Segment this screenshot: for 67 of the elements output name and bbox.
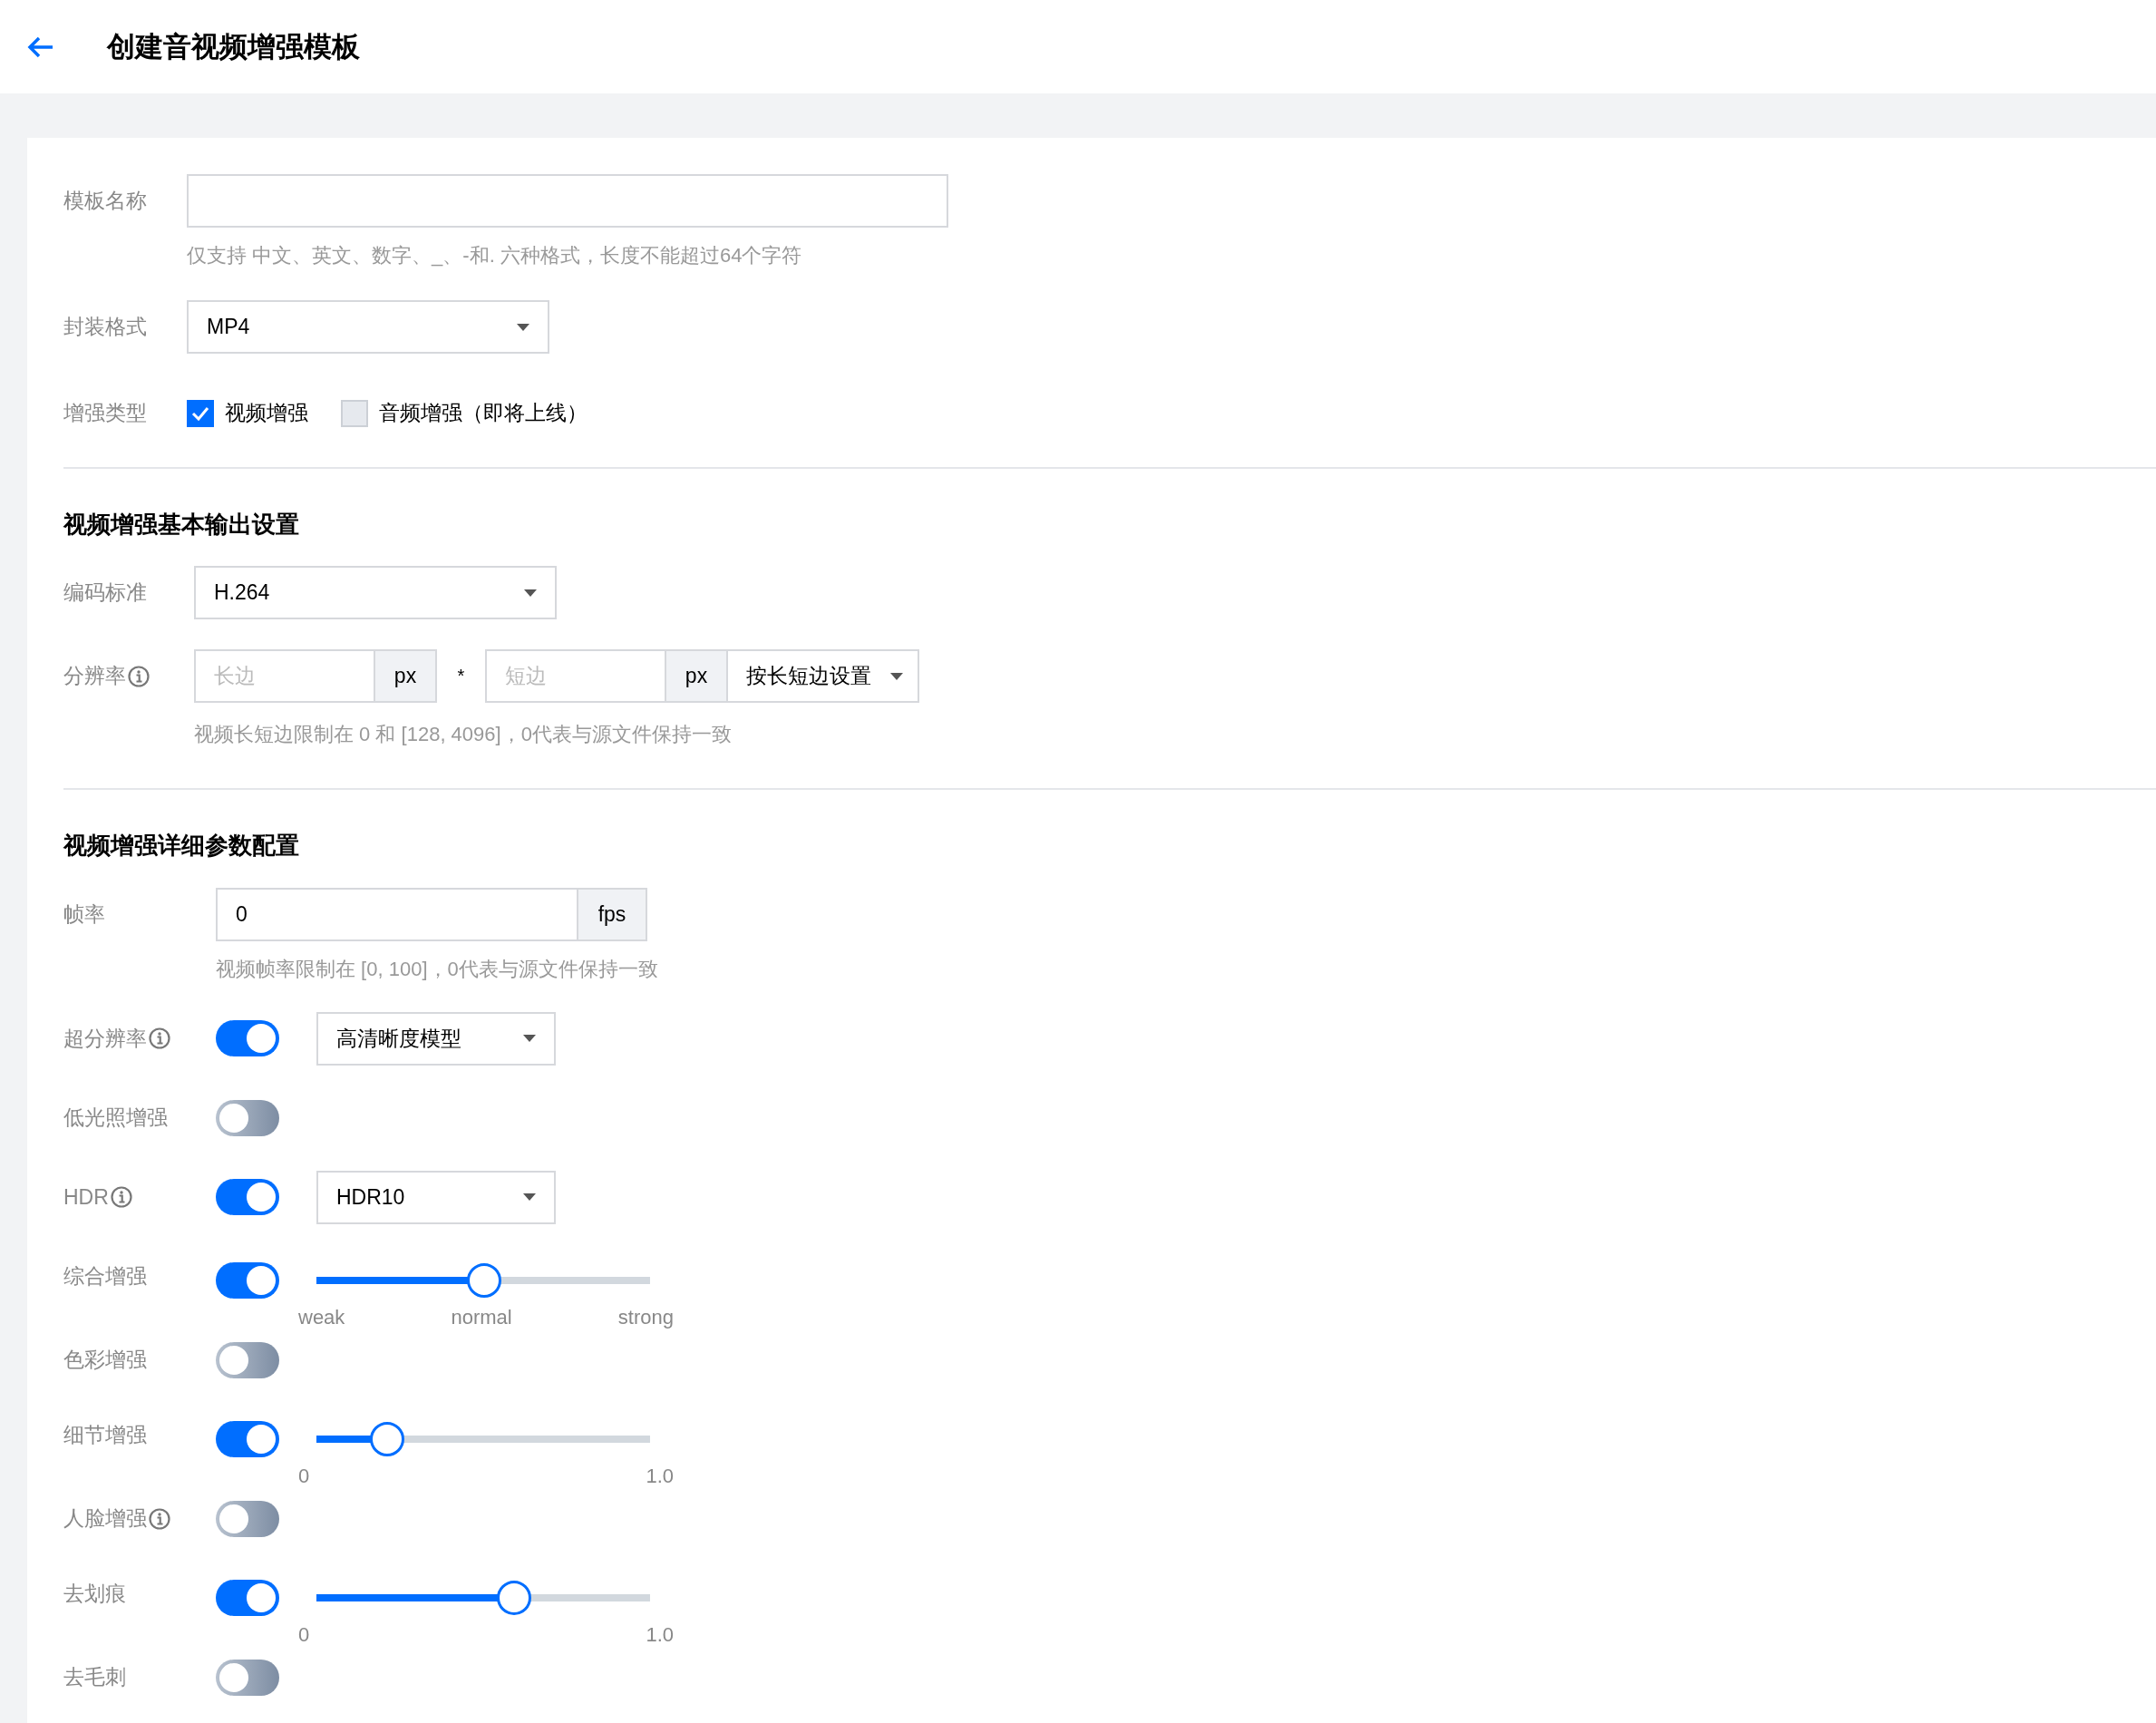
caret-icon <box>517 323 529 331</box>
option-label: 低光照增强 <box>63 1105 168 1131</box>
checkbox-label: 音频增强（即将上线） <box>379 400 588 426</box>
caret-icon <box>523 1035 536 1042</box>
field-label: 增强类型 <box>63 400 148 426</box>
option-label: 去毛刺 <box>63 1664 126 1690</box>
option-select[interactable]: 高清晰度模型 <box>316 1011 556 1066</box>
field-label: 封装格式 <box>63 314 148 340</box>
toggle-switch[interactable] <box>216 1020 279 1056</box>
field-label: 分辨率 <box>63 663 126 689</box>
toggle-switch[interactable] <box>216 1099 279 1136</box>
field-hint: 视频帧率限制在 [0, 100]，0代表与源文件保持一致 <box>216 957 659 982</box>
option-label: HDR <box>63 1184 109 1210</box>
unit-addon: px <box>666 649 728 703</box>
toggle-switch[interactable] <box>216 1421 279 1457</box>
toggle-switch[interactable] <box>216 1341 279 1378</box>
slider-thumb[interactable] <box>467 1263 501 1298</box>
section-title: 视频增强基本输出设置 <box>63 510 300 540</box>
check-icon <box>191 405 209 421</box>
info-icon[interactable] <box>110 1186 132 1208</box>
option-label: 超分辨率 <box>63 1025 147 1052</box>
slider-tick-label: strong <box>617 1306 674 1329</box>
slider-tick-label: 0 <box>298 1623 310 1647</box>
slider-tick-label: 0 <box>298 1465 310 1488</box>
option-label: 综合增强 <box>63 1263 147 1290</box>
format-select[interactable]: MP4 <box>187 300 549 354</box>
slider-thumb[interactable] <box>370 1422 405 1456</box>
template-name-input[interactable] <box>187 174 948 228</box>
toggle-switch[interactable] <box>216 1659 279 1696</box>
caret-icon <box>524 589 537 597</box>
field-label: 编码标准 <box>63 579 148 606</box>
slider-thumb[interactable] <box>497 1581 532 1615</box>
codec-select[interactable]: H.264 <box>194 566 557 619</box>
page-title: 创建音视频增强模板 <box>107 29 360 64</box>
section-title: 视频增强详细参数配置 <box>63 831 300 861</box>
caret-icon <box>890 672 903 680</box>
info-icon[interactable] <box>149 1027 170 1049</box>
caret-icon <box>523 1193 536 1201</box>
toggle-switch[interactable] <box>216 1179 279 1215</box>
long-side-input[interactable]: 长边 <box>194 649 375 703</box>
option-label: 色彩增强 <box>63 1347 147 1373</box>
field-hint: 视频长短边限制在 0 和 [128, 4096]，0代表与源文件保持一致 <box>194 722 733 747</box>
checkbox[interactable] <box>187 399 214 427</box>
short-side-input[interactable]: 短边 <box>485 649 666 703</box>
option-select[interactable]: HDR10 <box>316 1170 556 1224</box>
slider-tick-label: normal <box>451 1306 512 1329</box>
field-hint: 仅支持 中文、英文、数字、_、-和. 六种格式，长度不能超过64个字符 <box>187 243 803 268</box>
option-label: 去划痕 <box>63 1581 126 1607</box>
slider-tick-label: weak <box>298 1306 345 1329</box>
slider-tick-label: 1.0 <box>646 1465 674 1488</box>
info-icon[interactable] <box>128 665 150 687</box>
unit-addon: fps <box>578 888 647 941</box>
multiply-sign: * <box>456 666 466 686</box>
toggle-switch[interactable] <box>216 1262 279 1299</box>
slider-tick-label: 1.0 <box>646 1623 674 1647</box>
option-label: 人脸增强 <box>63 1505 147 1532</box>
back-arrow-icon[interactable] <box>27 35 54 58</box>
field-label: 帧率 <box>63 901 106 928</box>
toggle-switch[interactable] <box>216 1500 279 1537</box>
toggle-switch[interactable] <box>216 1580 279 1616</box>
unit-addon: px <box>375 649 437 703</box>
option-label: 细节增强 <box>63 1422 147 1448</box>
mode-select[interactable]: 按长短边设置 <box>728 649 919 703</box>
field-label: 模板名称 <box>63 188 148 214</box>
checkbox-label: 视频增强 <box>225 400 308 426</box>
info-icon[interactable] <box>149 1507 170 1530</box>
frame-rate-input[interactable]: 0 <box>216 888 578 941</box>
